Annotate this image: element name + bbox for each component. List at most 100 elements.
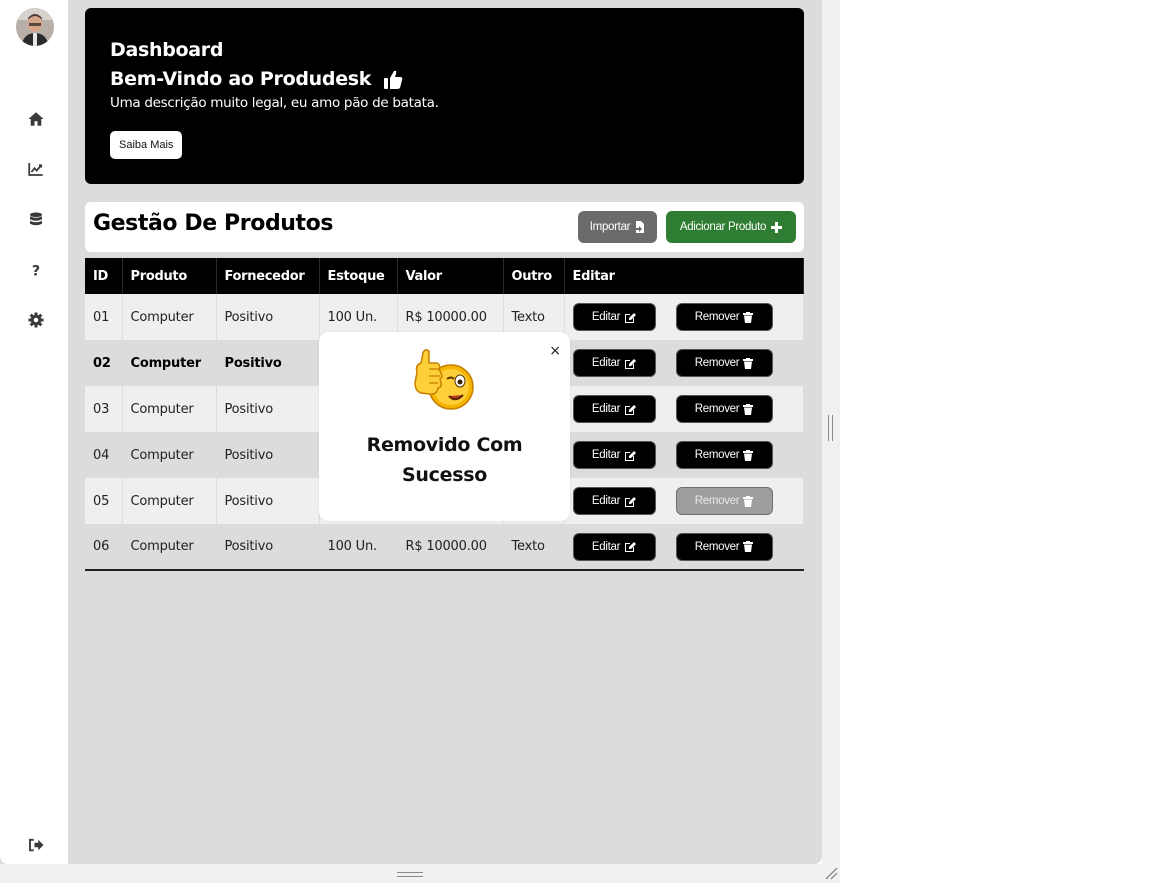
welcome-heading: Bem-Vindo ao Produdesk	[110, 65, 779, 94]
cell-actions: Editar Remover	[564, 294, 804, 340]
table-header-row: ID Produto Fornecedor Estoque Valor Outr…	[85, 258, 804, 294]
app-frame: ? Dashboard Bem-Vindo ao Produdesk Uma d…	[0, 0, 822, 864]
question-icon[interactable]: ?	[24, 258, 48, 282]
cell-fornecedor: Positivo	[216, 478, 320, 524]
welcome-text: Bem-Vindo ao Produdesk	[110, 68, 372, 90]
remove-label: Remover	[694, 449, 740, 461]
trash-icon	[743, 449, 754, 461]
remove-button[interactable]: Remover	[675, 441, 773, 469]
remove-button[interactable]: Remover	[675, 395, 773, 423]
remove-label: Remover	[694, 311, 740, 323]
table-row: 06 Computer Positivo 100 Un. R$ 10000.00 Text…	[85, 524, 804, 570]
trash-icon	[743, 495, 754, 507]
edit-icon	[625, 496, 637, 507]
cell-id: 05	[85, 478, 123, 524]
edit-label: Editar	[591, 403, 621, 415]
import-label: Importar	[589, 221, 631, 233]
svg-text:?: ?	[32, 263, 40, 279]
cell-produto: Computer	[122, 432, 217, 478]
add-product-label: Adicionar Produto	[679, 221, 767, 233]
cell-id: 01	[85, 294, 123, 340]
cell-outro: Texto	[503, 524, 565, 570]
remove-button[interactable]: Remover	[675, 487, 773, 515]
row-actions: Editar Remover	[572, 487, 796, 515]
welcome-banner: Dashboard Bem-Vindo ao Produdesk Uma des…	[85, 8, 804, 184]
trash-icon	[743, 357, 754, 369]
cell-estoque: 100 Un.	[319, 524, 398, 570]
edit-label: Editar	[591, 540, 621, 553]
remove-button[interactable]: Remover	[675, 532, 773, 561]
banner-description: Uma descrição muito legal, eu amo pão de…	[110, 95, 439, 111]
cell-valor: R$ 10000.00	[397, 524, 504, 570]
edit-label: Editar	[591, 357, 621, 369]
database-icon[interactable]	[24, 208, 48, 232]
remove-button[interactable]: Remover	[675, 349, 773, 377]
trash-icon	[743, 311, 754, 323]
edit-button[interactable]: Editar	[572, 532, 656, 561]
edit-button[interactable]: Editar	[572, 349, 656, 377]
edit-button[interactable]: Editar	[572, 487, 656, 515]
learn-more-button[interactable]: Saiba Mais	[110, 131, 183, 159]
horizontal-resize-handle[interactable]	[397, 872, 423, 877]
edit-icon	[625, 404, 637, 415]
sidebar: ?	[0, 0, 68, 864]
cell-produto: Computer	[122, 386, 217, 432]
trash-icon	[743, 541, 754, 552]
remove-button[interactable]: Remover	[675, 303, 773, 331]
row-actions: Editar Remover	[572, 395, 796, 423]
gear-icon[interactable]	[24, 308, 48, 332]
header-editar: Editar	[564, 258, 804, 294]
cell-fornecedor: Positivo	[216, 294, 320, 340]
cell-actions: Editar Remover	[564, 340, 804, 386]
file-import-icon	[634, 221, 645, 233]
edit-button[interactable]: Editar	[572, 441, 656, 469]
header-id: ID	[85, 258, 123, 294]
vertical-resize-handle[interactable]	[828, 415, 833, 441]
add-product-button[interactable]: Adicionar Produto	[666, 211, 796, 243]
row-actions: Editar Remover	[572, 349, 796, 377]
edit-button[interactable]: Editar	[572, 303, 656, 331]
row-actions: Editar Remover	[572, 303, 796, 331]
cell-produto: Computer	[122, 294, 217, 340]
edit-icon	[625, 542, 637, 552]
avatar[interactable]	[16, 8, 54, 46]
home-icon[interactable]	[24, 107, 48, 131]
remove-label: Remover	[694, 357, 740, 369]
header-produto: Produto	[122, 258, 217, 294]
edit-label: Editar	[591, 495, 621, 507]
sign-out-icon[interactable]	[24, 833, 48, 857]
edit-icon	[625, 450, 637, 461]
dashboard-title: Dashboard	[110, 39, 224, 61]
cell-fornecedor: Positivo	[216, 524, 320, 570]
cell-fornecedor: Positivo	[216, 432, 320, 478]
cell-fornecedor: Positivo	[216, 340, 320, 386]
cell-actions: Editar Remover	[564, 478, 804, 524]
cell-id: 02	[85, 340, 123, 386]
edit-icon	[625, 312, 637, 323]
remove-label: Remover	[694, 403, 740, 415]
page-title: Gestão De Produtos	[93, 211, 334, 236]
cell-actions: Editar Remover	[564, 432, 804, 478]
corner-resize-handle[interactable]	[824, 866, 838, 880]
row-actions: Editar Remover	[572, 532, 796, 561]
close-icon[interactable]: ×	[549, 344, 561, 358]
cell-id: 03	[85, 386, 123, 432]
cell-id: 06	[85, 524, 123, 570]
edit-icon	[625, 358, 637, 369]
header-estoque: Estoque	[319, 258, 398, 294]
header-outro: Outro	[503, 258, 565, 294]
thumbs-up-wink-emoji	[414, 349, 474, 410]
toast-message: Removido Com Sucesso	[366, 434, 523, 486]
trash-icon	[743, 403, 754, 415]
cell-actions: Editar Remover	[564, 524, 804, 570]
import-button[interactable]: Importar	[578, 211, 657, 243]
edit-button[interactable]: Editar	[572, 395, 656, 423]
header-valor: Valor	[397, 258, 504, 294]
thumbs-up-icon	[384, 70, 403, 89]
edit-label: Editar	[591, 311, 621, 323]
plus-icon	[771, 221, 783, 233]
management-header: Gestão De Produtos Importar Adicionar Pr…	[85, 202, 804, 252]
cell-produto: Computer	[122, 524, 217, 570]
chart-line-icon[interactable]	[24, 157, 48, 181]
header-fornecedor: Fornecedor	[216, 258, 320, 294]
